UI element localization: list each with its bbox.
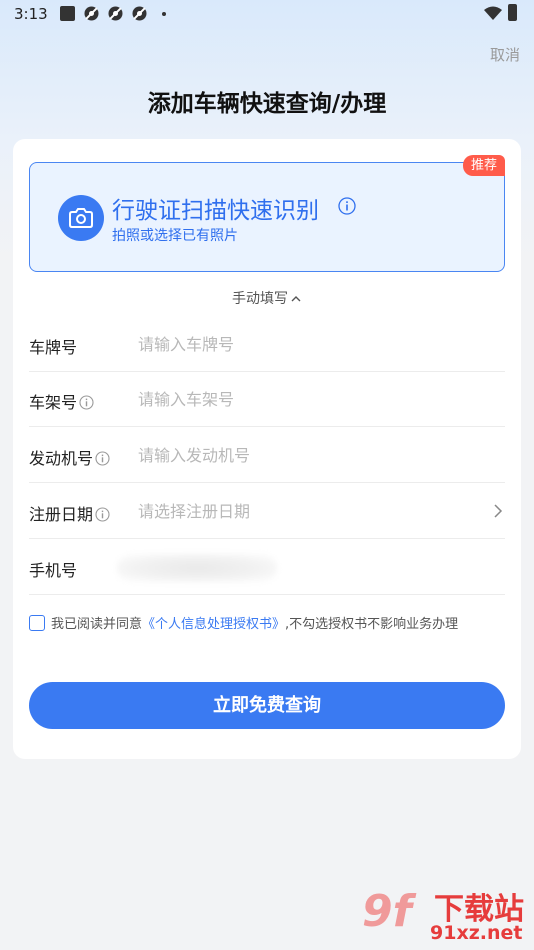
recommend-badge: 推荐 — [462, 155, 505, 176]
license-scan-button[interactable]: 推荐 行驶证扫描快速识别 拍照或选择已有照片 — [29, 155, 505, 272]
register-date-picker[interactable] — [138, 499, 468, 523]
agreement-suffix: ,不勾选授权书不影响业务办理 — [285, 617, 459, 632]
more-notifications-dot-icon — [162, 12, 166, 16]
phone-label: 手机号 — [29, 561, 78, 580]
notification-square-icon — [60, 6, 75, 21]
free-query-button[interactable]: 立即免费查询 — [29, 682, 505, 729]
info-icon[interactable] — [79, 395, 94, 410]
vin-row: 车架号 — [29, 372, 505, 427]
notification-app-icon — [132, 6, 147, 21]
scan-subtitle: 拍照或选择已有照片 — [112, 228, 238, 244]
register-date-label: 注册日期 — [29, 505, 94, 524]
chevron-up-icon — [291, 296, 301, 302]
agreement-text: 我已阅读并同意《个人信息处理授权书》,不勾选授权书不影响业务办理 — [51, 613, 491, 636]
battery-icon — [508, 4, 517, 21]
register-date-label-group: 注册日期 — [29, 501, 110, 525]
engine-number-label-group: 发动机号 — [29, 445, 110, 469]
agreement-checkbox[interactable] — [29, 615, 45, 631]
phone-row: 手机号 — [29, 540, 505, 595]
watermark-url: 91xz.net — [430, 922, 523, 944]
scan-title: 行驶证扫描快速识别 — [112, 198, 319, 224]
status-bar: 3:13 — [0, 0, 534, 28]
plate-number-input[interactable] — [138, 332, 468, 356]
manual-entry-toggle[interactable]: 手动填写 — [13, 288, 521, 308]
plate-number-row: 车牌号 — [29, 317, 505, 372]
phone-value-blurred[interactable] — [117, 554, 277, 582]
chevron-right-icon — [494, 504, 503, 518]
wifi-icon — [484, 6, 502, 20]
engine-number-input[interactable] — [138, 443, 468, 467]
page-title: 添加车辆快速查询/办理 — [147, 91, 387, 117]
notification-app-icon — [84, 6, 99, 21]
status-time: 3:13 — [14, 5, 48, 23]
camera-icon — [58, 195, 104, 241]
info-icon[interactable] — [95, 507, 110, 522]
vin-input[interactable] — [138, 387, 468, 411]
register-date-row[interactable]: 注册日期 — [29, 484, 505, 539]
engine-number-label: 发动机号 — [29, 449, 94, 468]
notification-app-icon — [108, 6, 123, 21]
authorization-link[interactable]: 《个人信息处理授权书》 — [142, 617, 285, 632]
watermark-logo: 9f — [362, 886, 412, 937]
engine-number-row: 发动机号 — [29, 428, 505, 483]
form-card: 推荐 行驶证扫描快速识别 拍照或选择已有照片 手动填写 车牌号 车架号 发动机号… — [13, 139, 521, 759]
cancel-button[interactable]: 取消 — [490, 44, 520, 65]
agreement-prefix: 我已阅读并同意 — [51, 617, 143, 632]
info-icon[interactable] — [338, 197, 356, 215]
info-icon[interactable] — [95, 451, 110, 466]
plate-number-label: 车牌号 — [29, 338, 78, 357]
manual-entry-label: 手动填写 — [232, 291, 288, 307]
site-watermark: 9f 下载站 91xz.net — [360, 884, 532, 948]
vin-label-group: 车架号 — [29, 389, 94, 413]
vin-label: 车架号 — [29, 393, 78, 412]
